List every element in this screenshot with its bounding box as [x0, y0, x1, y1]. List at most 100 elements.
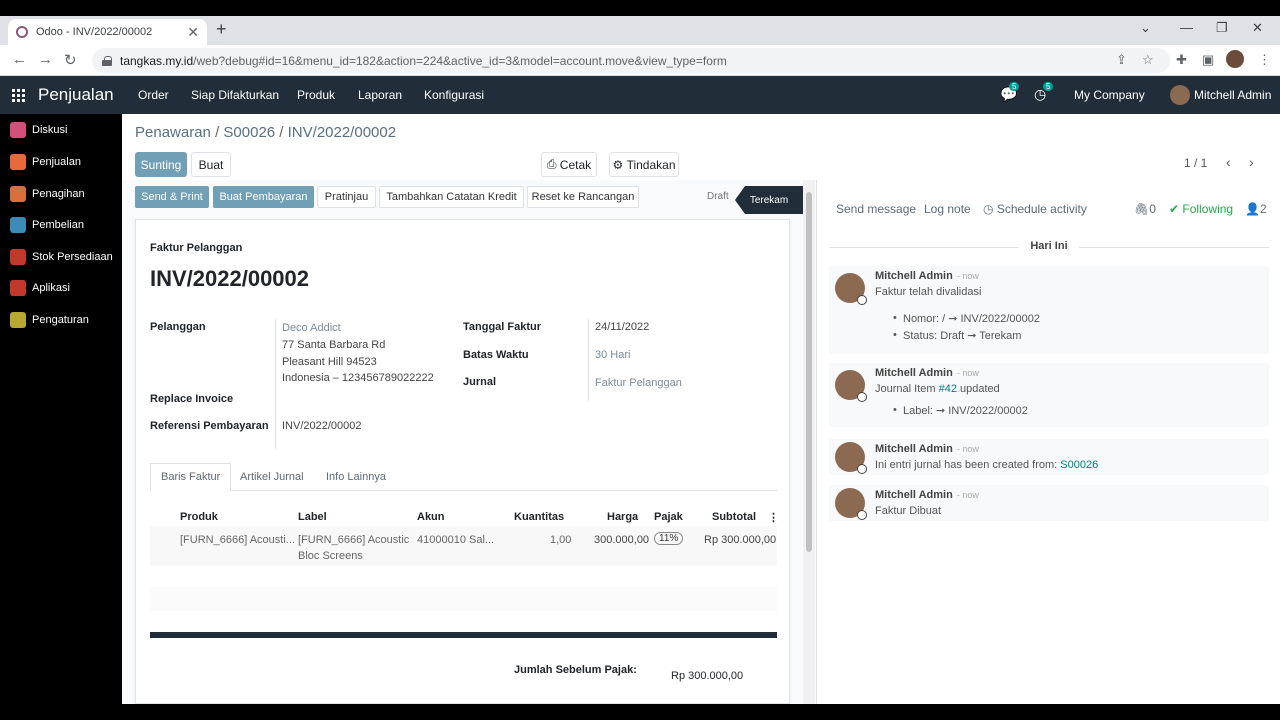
- forward-icon[interactable]: →: [38, 51, 53, 68]
- followers-button[interactable]: 👤2: [1245, 202, 1267, 216]
- sidebar-item-discuss[interactable]: Diskusi: [10, 122, 67, 138]
- menu-to-invoice[interactable]: Siap Difakturkan: [191, 88, 279, 102]
- menu-order[interactable]: Order: [138, 88, 169, 102]
- col-label[interactable]: Label: [298, 511, 327, 523]
- sidebar-item-inventory[interactable]: Stok Persediaan: [10, 249, 113, 265]
- bookmark-star-icon[interactable]: ☆: [1142, 52, 1154, 68]
- payment-terms-value[interactable]: 30 Hari: [595, 347, 630, 364]
- profile-avatar[interactable]: [1226, 50, 1244, 68]
- sidebar-item-apps[interactable]: Aplikasi: [10, 280, 70, 296]
- share-icon[interactable]: ⇪: [1116, 52, 1127, 68]
- maximize-icon[interactable]: ❐: [1216, 20, 1228, 36]
- browser-menu-icon[interactable]: ⋮: [1258, 52, 1271, 68]
- user-menu[interactable]: Mitchell Admin: [1194, 88, 1271, 102]
- print-icon: ⎙: [546, 157, 560, 171]
- sale-order-link[interactable]: S00026: [1060, 459, 1098, 471]
- sidepanel-icon[interactable]: ▣: [1202, 52, 1214, 68]
- author-avatar[interactable]: [835, 370, 867, 402]
- menu-products[interactable]: Produk: [297, 88, 335, 102]
- edit-button[interactable]: Sunting: [135, 152, 187, 177]
- journal-value[interactable]: Faktur Pelanggan: [595, 375, 682, 392]
- apps-menu-icon[interactable]: [12, 89, 25, 102]
- register-payment-button[interactable]: Buat Pembayaran: [213, 186, 314, 208]
- tab-journal-items[interactable]: Artikel Jurnal: [230, 463, 314, 491]
- tab-search-icon[interactable]: ⌄: [1140, 20, 1151, 36]
- message-author[interactable]: Mitchell Admin - now: [875, 443, 979, 455]
- status-draft[interactable]: Draft: [707, 191, 729, 202]
- pager-value[interactable]: 1 / 1: [1184, 156, 1207, 170]
- cell-account: 41000010 Sal...: [417, 534, 495, 546]
- reset-to-draft-button[interactable]: Reset ke Rancangan: [527, 186, 639, 208]
- sidebar-item-settings[interactable]: Pengaturan: [10, 312, 89, 328]
- close-window-icon[interactable]: ✕: [1252, 20, 1263, 36]
- clock-icon: ◷: [983, 202, 997, 216]
- menu-configuration[interactable]: Konfigurasi: [424, 88, 484, 102]
- activities-icon[interactable]: ◷ 5: [1034, 82, 1054, 103]
- breadcrumb-order[interactable]: S00026: [223, 124, 275, 141]
- app-name[interactable]: Penjualan: [38, 85, 114, 105]
- invoice-date-value: 24/11/2022: [595, 321, 650, 333]
- replace-invoice-label: Replace Invoice: [150, 393, 234, 405]
- pager-prev-icon[interactable]: ‹: [1226, 154, 1231, 170]
- cell-label: [FURN_6666] Acoustic Bloc Screens: [298, 534, 410, 562]
- journal-item-link[interactable]: #42: [939, 383, 957, 395]
- col-subtotal[interactable]: Subtotal: [712, 511, 756, 523]
- col-price[interactable]: Harga: [607, 511, 638, 523]
- user-avatar[interactable]: [1170, 85, 1190, 105]
- following-button[interactable]: ✔ Following: [1169, 202, 1233, 216]
- author-avatar[interactable]: [835, 273, 867, 305]
- close-tab-icon[interactable]: ✕: [187, 24, 199, 41]
- col-tax[interactable]: Pajak: [654, 511, 683, 523]
- sidebar-item-sales[interactable]: Penjualan: [10, 154, 81, 170]
- reload-icon[interactable]: ↻: [64, 51, 77, 69]
- author-avatar[interactable]: [835, 442, 867, 474]
- author-avatar[interactable]: [835, 488, 867, 520]
- screen: Odoo - INV/2022/00002 ✕ + ⌄ — ❐ ✕ ← → ↻ …: [0, 16, 1280, 704]
- breadcrumb-quotations[interactable]: Penawaran: [135, 124, 211, 141]
- back-icon[interactable]: ←: [12, 51, 27, 68]
- customer-name[interactable]: Deco Addict: [282, 320, 341, 337]
- notebook-tabs: Baris Faktur Artikel Jurnal Info Lainnya: [150, 463, 777, 491]
- message-author[interactable]: Mitchell Admin - now: [875, 489, 979, 501]
- add-credit-note-button[interactable]: Tambahkan Catatan Kredit: [379, 186, 524, 208]
- chatter-message: Mitchell Admin - now Faktur telah divalid…: [829, 266, 1269, 354]
- browser-toolbar: ← → ↻ tangkas.my.id /web?debug#id=16&men…: [0, 45, 1280, 76]
- gear-icon: ⚙: [612, 157, 627, 172]
- col-account[interactable]: Akun: [417, 511, 445, 523]
- odoo-navbar: Penjualan Order Siap Difakturkan Produk …: [0, 76, 1280, 114]
- new-tab-icon[interactable]: +: [216, 19, 227, 40]
- customer-address-line3: Indonesia – 123456789022222: [282, 372, 434, 384]
- col-quantity[interactable]: Kuantitas: [514, 511, 564, 523]
- message-author[interactable]: Mitchell Admin - now: [875, 270, 979, 282]
- col-product[interactable]: Produk: [180, 511, 218, 523]
- log-note-button[interactable]: Log note: [924, 202, 971, 216]
- preview-button[interactable]: Pratinjau: [317, 186, 376, 208]
- field-divider: [275, 319, 276, 449]
- extensions-icon[interactable]: ✚: [1176, 52, 1187, 68]
- browser-tab[interactable]: Odoo - INV/2022/00002 ✕: [8, 19, 207, 45]
- message-author[interactable]: Mitchell Admin - now: [875, 367, 979, 379]
- invoicing-icon: [10, 186, 26, 202]
- cell-tax-badge: 11%: [654, 532, 684, 545]
- customer-address-line1: 77 Santa Barbara Rd: [282, 339, 386, 351]
- sidebar-item-invoicing[interactable]: Penagihan: [10, 186, 85, 202]
- create-button[interactable]: Buat: [191, 152, 231, 177]
- send-message-button[interactable]: Send message: [836, 202, 916, 216]
- tab-invoice-lines[interactable]: Baris Faktur: [150, 463, 232, 491]
- pager-next-icon[interactable]: ›: [1249, 154, 1254, 170]
- action-button[interactable]: ⚙ Tindakan: [609, 152, 679, 177]
- address-bar[interactable]: tangkas.my.id /web?debug#id=16&menu_id=1…: [92, 48, 1170, 73]
- schedule-activity-button[interactable]: ◷ Schedule activity: [983, 202, 1087, 216]
- send-print-button[interactable]: Send & Print: [135, 186, 209, 208]
- column-options-icon[interactable]: ⋮: [768, 511, 779, 524]
- minimize-icon[interactable]: —: [1180, 20, 1193, 35]
- scrollbar-thumb[interactable]: [806, 192, 812, 552]
- menu-reporting[interactable]: Laporan: [358, 88, 402, 102]
- tab-other-info[interactable]: Info Lainnya: [316, 463, 396, 491]
- print-button[interactable]: ⎙ Cetak: [541, 152, 597, 177]
- sidebar-item-purchase[interactable]: Pembelian: [10, 217, 84, 233]
- attachments-button[interactable]: 🖇0: [1134, 202, 1156, 216]
- company-switcher[interactable]: My Company: [1074, 88, 1145, 102]
- field-divider: [588, 319, 589, 401]
- messages-icon[interactable]: 💬 5: [1000, 82, 1020, 103]
